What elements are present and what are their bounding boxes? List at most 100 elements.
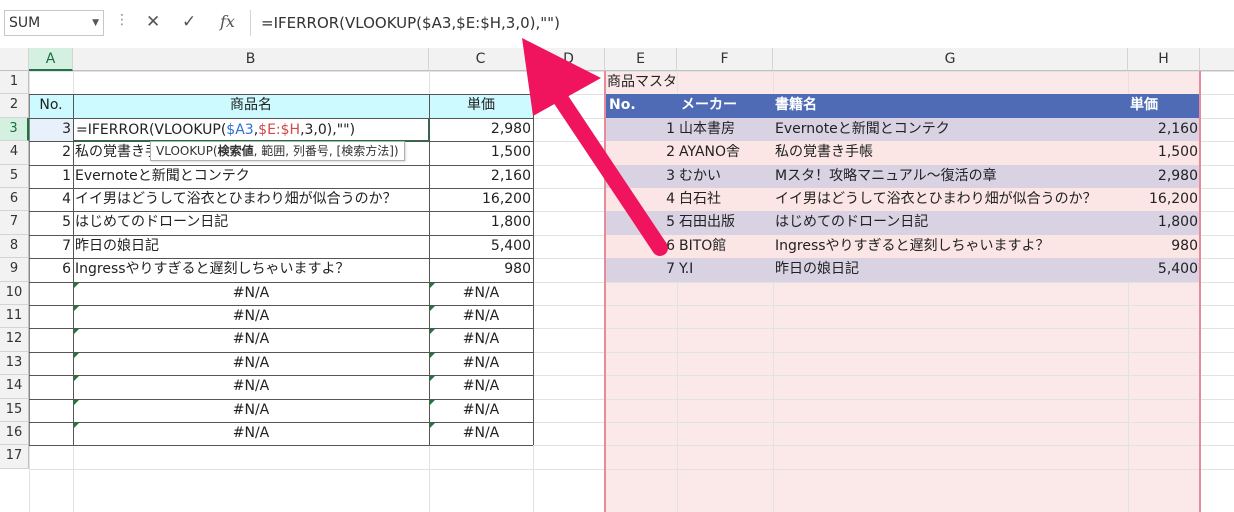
- order-price-cell[interactable]: #N/A: [429, 375, 533, 398]
- master-maker-cell[interactable]: Y.I: [677, 258, 773, 281]
- order-price-cell[interactable]: 1,800: [429, 211, 533, 234]
- order-no-cell[interactable]: 1: [29, 165, 73, 188]
- order-name-cell[interactable]: #N/A: [73, 305, 429, 328]
- order-no-cell[interactable]: [29, 375, 73, 398]
- order-price-cell[interactable]: #N/A: [429, 328, 533, 351]
- order-no-cell[interactable]: [29, 352, 73, 375]
- order-name-cell[interactable]: Evernoteと新聞とコンテク: [73, 165, 429, 188]
- master-price-cell[interactable]: 5,400: [1128, 258, 1200, 281]
- master-no-cell[interactable]: 7: [605, 258, 677, 281]
- row-header-2[interactable]: 2: [0, 94, 29, 118]
- master-title-cell[interactable]: 私の覚書き手帳: [773, 141, 1128, 164]
- column-header-d[interactable]: D: [533, 48, 605, 71]
- master-maker-cell[interactable]: むかい: [677, 165, 773, 188]
- master-maker-cell[interactable]: BITO館: [677, 235, 773, 258]
- active-cell-editor[interactable]: =IFERROR(VLOOKUP($A3,$E:$H,3,0),""): [73, 117, 429, 142]
- order-price-cell[interactable]: #N/A: [429, 352, 533, 375]
- name-box[interactable]: SUM ▼: [4, 10, 104, 36]
- column-header-h[interactable]: H: [1128, 48, 1200, 71]
- order-price-cell[interactable]: #N/A: [429, 305, 533, 328]
- row-header-9[interactable]: 9: [0, 258, 29, 282]
- more-options-icon[interactable]: ⋮: [115, 12, 129, 28]
- order-no-cell[interactable]: [29, 399, 73, 422]
- column-header-a[interactable]: A: [29, 48, 73, 71]
- row-header-15[interactable]: 15: [0, 398, 29, 422]
- row-header-6[interactable]: 6: [0, 188, 29, 212]
- chevron-down-icon[interactable]: ▼: [92, 11, 99, 35]
- order-name-cell[interactable]: #N/A: [73, 375, 429, 398]
- insert-function-icon[interactable]: fx: [220, 12, 235, 31]
- select-all-corner[interactable]: [0, 48, 29, 71]
- master-price-cell[interactable]: 1,500: [1128, 141, 1200, 164]
- master-price-cell[interactable]: 2,160: [1128, 118, 1200, 141]
- order-no-cell[interactable]: 4: [29, 188, 73, 211]
- order-name-cell[interactable]: #N/A: [73, 399, 429, 422]
- master-price-cell[interactable]: 1,800: [1128, 211, 1200, 234]
- cancel-icon[interactable]: ✕: [146, 12, 160, 32]
- order-name-cell[interactable]: #N/A: [73, 422, 429, 445]
- master-price-cell[interactable]: 2,980: [1128, 165, 1200, 188]
- row-header-16[interactable]: 16: [0, 422, 29, 446]
- row-header-4[interactable]: 4: [0, 141, 29, 165]
- order-no-cell[interactable]: [29, 305, 73, 328]
- order-no-cell[interactable]: [29, 422, 73, 445]
- row-header-1[interactable]: 1: [0, 71, 29, 95]
- order-name-cell[interactable]: #N/A: [73, 352, 429, 375]
- order-no-cell[interactable]: [29, 328, 73, 351]
- row-header-14[interactable]: 14: [0, 375, 29, 399]
- order-no-cell[interactable]: [29, 282, 73, 305]
- order-price-cell[interactable]: 980: [429, 258, 533, 281]
- enter-icon[interactable]: ✓: [182, 12, 196, 32]
- order-price-cell[interactable]: 2,980: [429, 118, 533, 141]
- master-title-cell[interactable]: Evernoteと新聞とコンテク: [773, 118, 1128, 141]
- row-header-13[interactable]: 13: [0, 351, 29, 376]
- order-price-cell[interactable]: 1,500: [429, 141, 533, 164]
- order-price-cell[interactable]: 16,200: [429, 188, 533, 211]
- row-header-3[interactable]: 3: [0, 117, 29, 142]
- row-header-12[interactable]: 12: [0, 328, 29, 352]
- order-price-cell[interactable]: 2,160: [429, 165, 533, 188]
- master-no-cell[interactable]: 1: [605, 118, 677, 141]
- master-price-cell[interactable]: 980: [1128, 235, 1200, 258]
- order-name-cell[interactable]: #N/A: [73, 328, 429, 351]
- order-price-cell[interactable]: #N/A: [429, 422, 533, 445]
- order-name-cell[interactable]: #N/A: [73, 282, 429, 305]
- order-name-cell[interactable]: Ingressやりすぎると遅刻しちゃいますよ？: [73, 258, 429, 281]
- row-header-10[interactable]: 10: [0, 281, 29, 305]
- column-header-f[interactable]: F: [677, 48, 773, 71]
- column-header-b[interactable]: B: [73, 48, 429, 71]
- row-header-17[interactable]: 17: [0, 445, 29, 469]
- master-no-cell[interactable]: 5: [605, 211, 677, 234]
- order-no-cell[interactable]: 7: [29, 235, 73, 258]
- order-price-cell[interactable]: #N/A: [429, 282, 533, 305]
- order-name-cell[interactable]: 昨日の娘日記: [73, 235, 429, 258]
- master-title-cell[interactable]: はじめてのドローン日記: [773, 211, 1128, 234]
- master-maker-cell[interactable]: AYANO舎: [677, 141, 773, 164]
- master-maker-cell[interactable]: 白石社: [677, 188, 773, 211]
- master-title-cell[interactable]: Mスタ！攻略マニュアル〜復活の章: [773, 165, 1128, 188]
- order-no-cell[interactable]: 5: [29, 211, 73, 234]
- order-no-cell[interactable]: 2: [29, 141, 73, 164]
- order-name-cell[interactable]: はじめてのドローン日記: [73, 211, 429, 234]
- master-no-cell[interactable]: 3: [605, 165, 677, 188]
- master-no-cell[interactable]: 6: [605, 235, 677, 258]
- order-no-cell[interactable]: 6: [29, 258, 73, 281]
- order-name-cell[interactable]: イイ男はどうして浴衣とひまわり畑が似合うのか？: [73, 188, 429, 211]
- master-maker-cell[interactable]: 山本書房: [677, 118, 773, 141]
- master-maker-cell[interactable]: 石田出版: [677, 211, 773, 234]
- order-no-cell[interactable]: 3: [29, 117, 73, 142]
- column-header-e[interactable]: E: [605, 48, 677, 71]
- master-no-cell[interactable]: 2: [605, 141, 677, 164]
- master-title-cell[interactable]: Ingressやりすぎると遅刻しちゃいますよ？: [773, 235, 1128, 258]
- master-title-cell[interactable]: イイ男はどうして浴衣とひまわり畑が似合うのか？: [773, 188, 1128, 211]
- row-header-8[interactable]: 8: [0, 234, 29, 259]
- order-price-cell[interactable]: 5,400: [429, 235, 533, 258]
- row-header-5[interactable]: 5: [0, 164, 29, 188]
- formula-input[interactable]: =IFERROR(VLOOKUP($A3,$E:$H,3,0),""): [250, 10, 1230, 36]
- column-header-c[interactable]: C: [429, 48, 533, 71]
- order-price-cell[interactable]: #N/A: [429, 399, 533, 422]
- column-header-g[interactable]: G: [773, 48, 1128, 71]
- master-no-cell[interactable]: 4: [605, 188, 677, 211]
- row-header-7[interactable]: 7: [0, 211, 29, 235]
- row-header-11[interactable]: 11: [0, 305, 29, 329]
